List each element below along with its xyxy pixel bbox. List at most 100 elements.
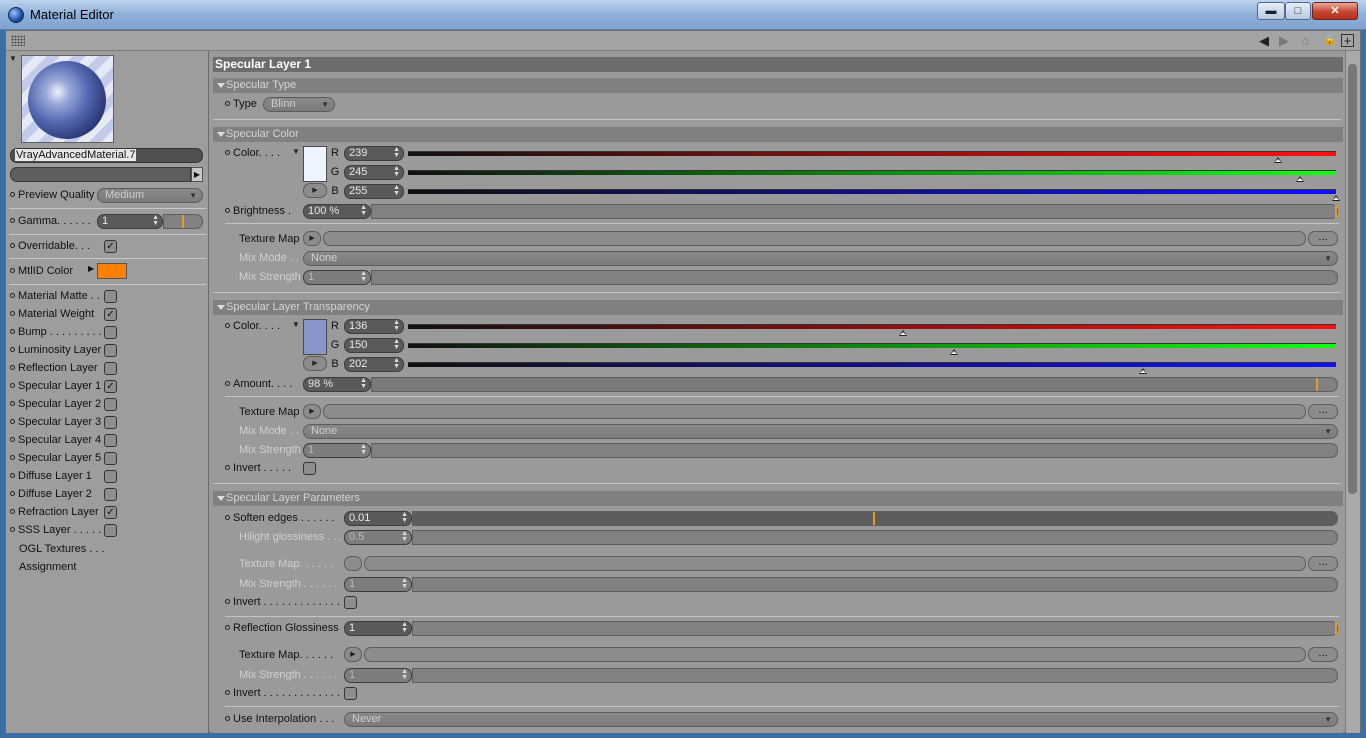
mix-mode-dropdown[interactable]: None ▼ <box>303 424 1338 439</box>
channel-r-slider[interactable] <box>408 324 1336 329</box>
channel-g-slider[interactable] <box>408 343 1336 348</box>
channel-checkbox[interactable] <box>104 398 117 411</box>
close-button[interactable]: ✕ <box>1312 2 1358 20</box>
use-interpolation-dropdown[interactable]: Never ▼ <box>344 712 1338 727</box>
animation-dot-icon[interactable] <box>10 527 15 532</box>
texture-browse-button[interactable]: ... <box>1308 231 1338 246</box>
channel-item[interactable]: Diffuse Layer 2 <box>10 486 92 502</box>
spinner-icon[interactable]: ▲ ▼ <box>393 146 400 159</box>
spinner-icon[interactable]: ▲ ▼ <box>401 511 408 524</box>
channel-g-slider-handle[interactable] <box>1295 176 1304 182</box>
spinner-icon[interactable]: ▲ ▼ <box>393 319 400 332</box>
grip-icon[interactable] <box>11 35 25 46</box>
texture-map-arrow-icon[interactable] <box>344 556 362 571</box>
slider-handle[interactable] <box>873 512 875 525</box>
animation-dot-icon[interactable] <box>10 311 15 316</box>
path-arrow-icon[interactable]: ▶ <box>191 167 203 182</box>
spinner-icon[interactable]: ▲ ▼ <box>393 357 400 370</box>
texture-map-slot[interactable] <box>323 404 1306 419</box>
amount-slider[interactable] <box>371 377 1338 392</box>
preview-quality-dropdown[interactable]: Medium ▼ <box>97 188 203 203</box>
animation-dot-icon[interactable] <box>10 401 15 406</box>
invert-checkbox[interactable] <box>344 687 357 700</box>
channel-r-field[interactable]: 136 ▲ ▼ <box>344 319 404 334</box>
spinner-icon[interactable]: ▲ ▼ <box>401 577 408 590</box>
mtlid-expand-arrow-icon[interactable]: ▶ <box>88 264 94 273</box>
animation-dot-icon[interactable] <box>10 365 15 370</box>
texture-map-slot[interactable] <box>323 231 1306 246</box>
spinner-icon[interactable]: ▲ ▼ <box>360 443 367 456</box>
channel-g-slider[interactable] <box>408 170 1336 175</box>
mix-strength-slider[interactable] <box>412 668 1338 683</box>
reflection-glossiness-field[interactable]: 1 ▲ ▼ <box>344 621 412 636</box>
channel-item[interactable]: Reflection Layer <box>10 360 98 376</box>
mix-strength-slider[interactable] <box>371 443 1338 458</box>
overridable-checkbox[interactable]: ✓ <box>104 240 117 253</box>
texture-map-arrow-icon[interactable]: ▶ <box>303 404 321 419</box>
spinner-icon[interactable]: ▲ ▼ <box>393 338 400 351</box>
animation-dot-icon[interactable] <box>225 208 230 213</box>
channel-checkbox[interactable] <box>104 434 117 447</box>
animation-dot-icon[interactable] <box>10 218 15 223</box>
animation-dot-icon[interactable] <box>225 381 230 386</box>
maximize-button[interactable]: □ <box>1285 2 1311 20</box>
spinner-icon[interactable]: ▲ ▼ <box>360 204 367 217</box>
hilight-glossiness-slider[interactable] <box>412 530 1338 545</box>
channel-item[interactable]: Material Weight <box>10 306 94 322</box>
scrollbar-thumb[interactable] <box>1348 64 1357 494</box>
channel-item[interactable]: Luminosity Layer <box>10 342 101 358</box>
animation-dot-icon[interactable] <box>10 509 15 514</box>
animation-dot-icon[interactable] <box>10 419 15 424</box>
channel-b-slider-handle[interactable] <box>1332 195 1340 201</box>
soften-edges-field[interactable]: 0.01 ▲ ▼ <box>344 511 412 526</box>
channel-checkbox[interactable] <box>104 416 117 429</box>
animation-dot-icon[interactable] <box>225 690 230 695</box>
channel-checkbox[interactable] <box>104 452 117 465</box>
mix-strength-field[interactable]: 1 ▲ ▼ <box>344 668 412 683</box>
section-specular-color[interactable]: Specular Color <box>213 127 1343 142</box>
channel-b-slider[interactable] <box>408 189 1336 194</box>
section-specular-type[interactable]: Specular Type <box>213 78 1343 93</box>
channel-item[interactable]: Specular Layer 1 <box>10 378 101 394</box>
mix-mode-dropdown[interactable]: None ▼ <box>303 251 1338 266</box>
amount-field[interactable]: 98 % ▲ ▼ <box>303 377 371 392</box>
channel-item[interactable]: SSS Layer . . . . . <box>10 522 101 538</box>
type-dropdown[interactable]: Blinn ▼ <box>263 97 335 112</box>
channel-r-slider-handle[interactable] <box>898 330 907 336</box>
hilight-glossiness-field[interactable]: 0.5 ▲ ▼ <box>344 530 412 545</box>
spinner-icon[interactable]: ▲ ▼ <box>393 165 400 178</box>
animation-dot-icon[interactable] <box>225 599 230 604</box>
animation-dot-icon[interactable] <box>225 625 230 630</box>
animation-dot-icon[interactable] <box>10 491 15 496</box>
animation-dot-icon[interactable] <box>10 437 15 442</box>
home-icon[interactable]: ⌂ <box>1297 33 1313 48</box>
channel-item[interactable]: Diffuse Layer 1 <box>10 468 92 484</box>
new-panel-icon[interactable]: + <box>1341 34 1354 47</box>
section-specular-transparency[interactable]: Specular Layer Transparency <box>213 300 1343 315</box>
window-titlebar[interactable]: Material Editor ▬ □ ✕ <box>0 0 1366 30</box>
reflection-glossiness-slider[interactable] <box>412 621 1338 636</box>
mix-strength-field[interactable]: 1 ▲ ▼ <box>303 443 371 458</box>
channel-b-field[interactable]: 255 ▲ ▼ <box>344 184 404 199</box>
channel-checkbox[interactable] <box>104 524 117 537</box>
animation-dot-icon[interactable] <box>10 243 15 248</box>
animation-dot-icon[interactable] <box>10 268 15 273</box>
channel-b-field[interactable]: 202 ▲ ▼ <box>344 357 404 372</box>
mix-strength-slider[interactable] <box>412 577 1338 592</box>
animation-dot-icon[interactable] <box>10 455 15 460</box>
texture-browse-button[interactable]: ... <box>1308 404 1338 419</box>
texture-browse-button[interactable]: ... <box>1308 647 1338 662</box>
animation-dot-icon[interactable] <box>10 192 15 197</box>
channel-item[interactable]: Refraction Layer <box>10 504 99 520</box>
texture-map-slot[interactable] <box>364 647 1306 662</box>
channel-item[interactable]: Specular Layer 3 <box>10 414 101 430</box>
mix-strength-field[interactable]: 1 ▲ ▼ <box>303 270 371 285</box>
ogl-textures-item[interactable]: OGL Textures . . . <box>19 541 105 557</box>
gamma-slider[interactable] <box>163 214 203 229</box>
channel-r-field[interactable]: 239 ▲ ▼ <box>344 146 404 161</box>
mix-strength-slider[interactable] <box>371 270 1338 285</box>
lock-icon[interactable]: 🔒 <box>1322 33 1338 48</box>
channel-b-slider-handle[interactable] <box>1138 368 1147 374</box>
channel-checkbox[interactable] <box>104 290 117 303</box>
animation-dot-icon[interactable] <box>10 329 15 334</box>
